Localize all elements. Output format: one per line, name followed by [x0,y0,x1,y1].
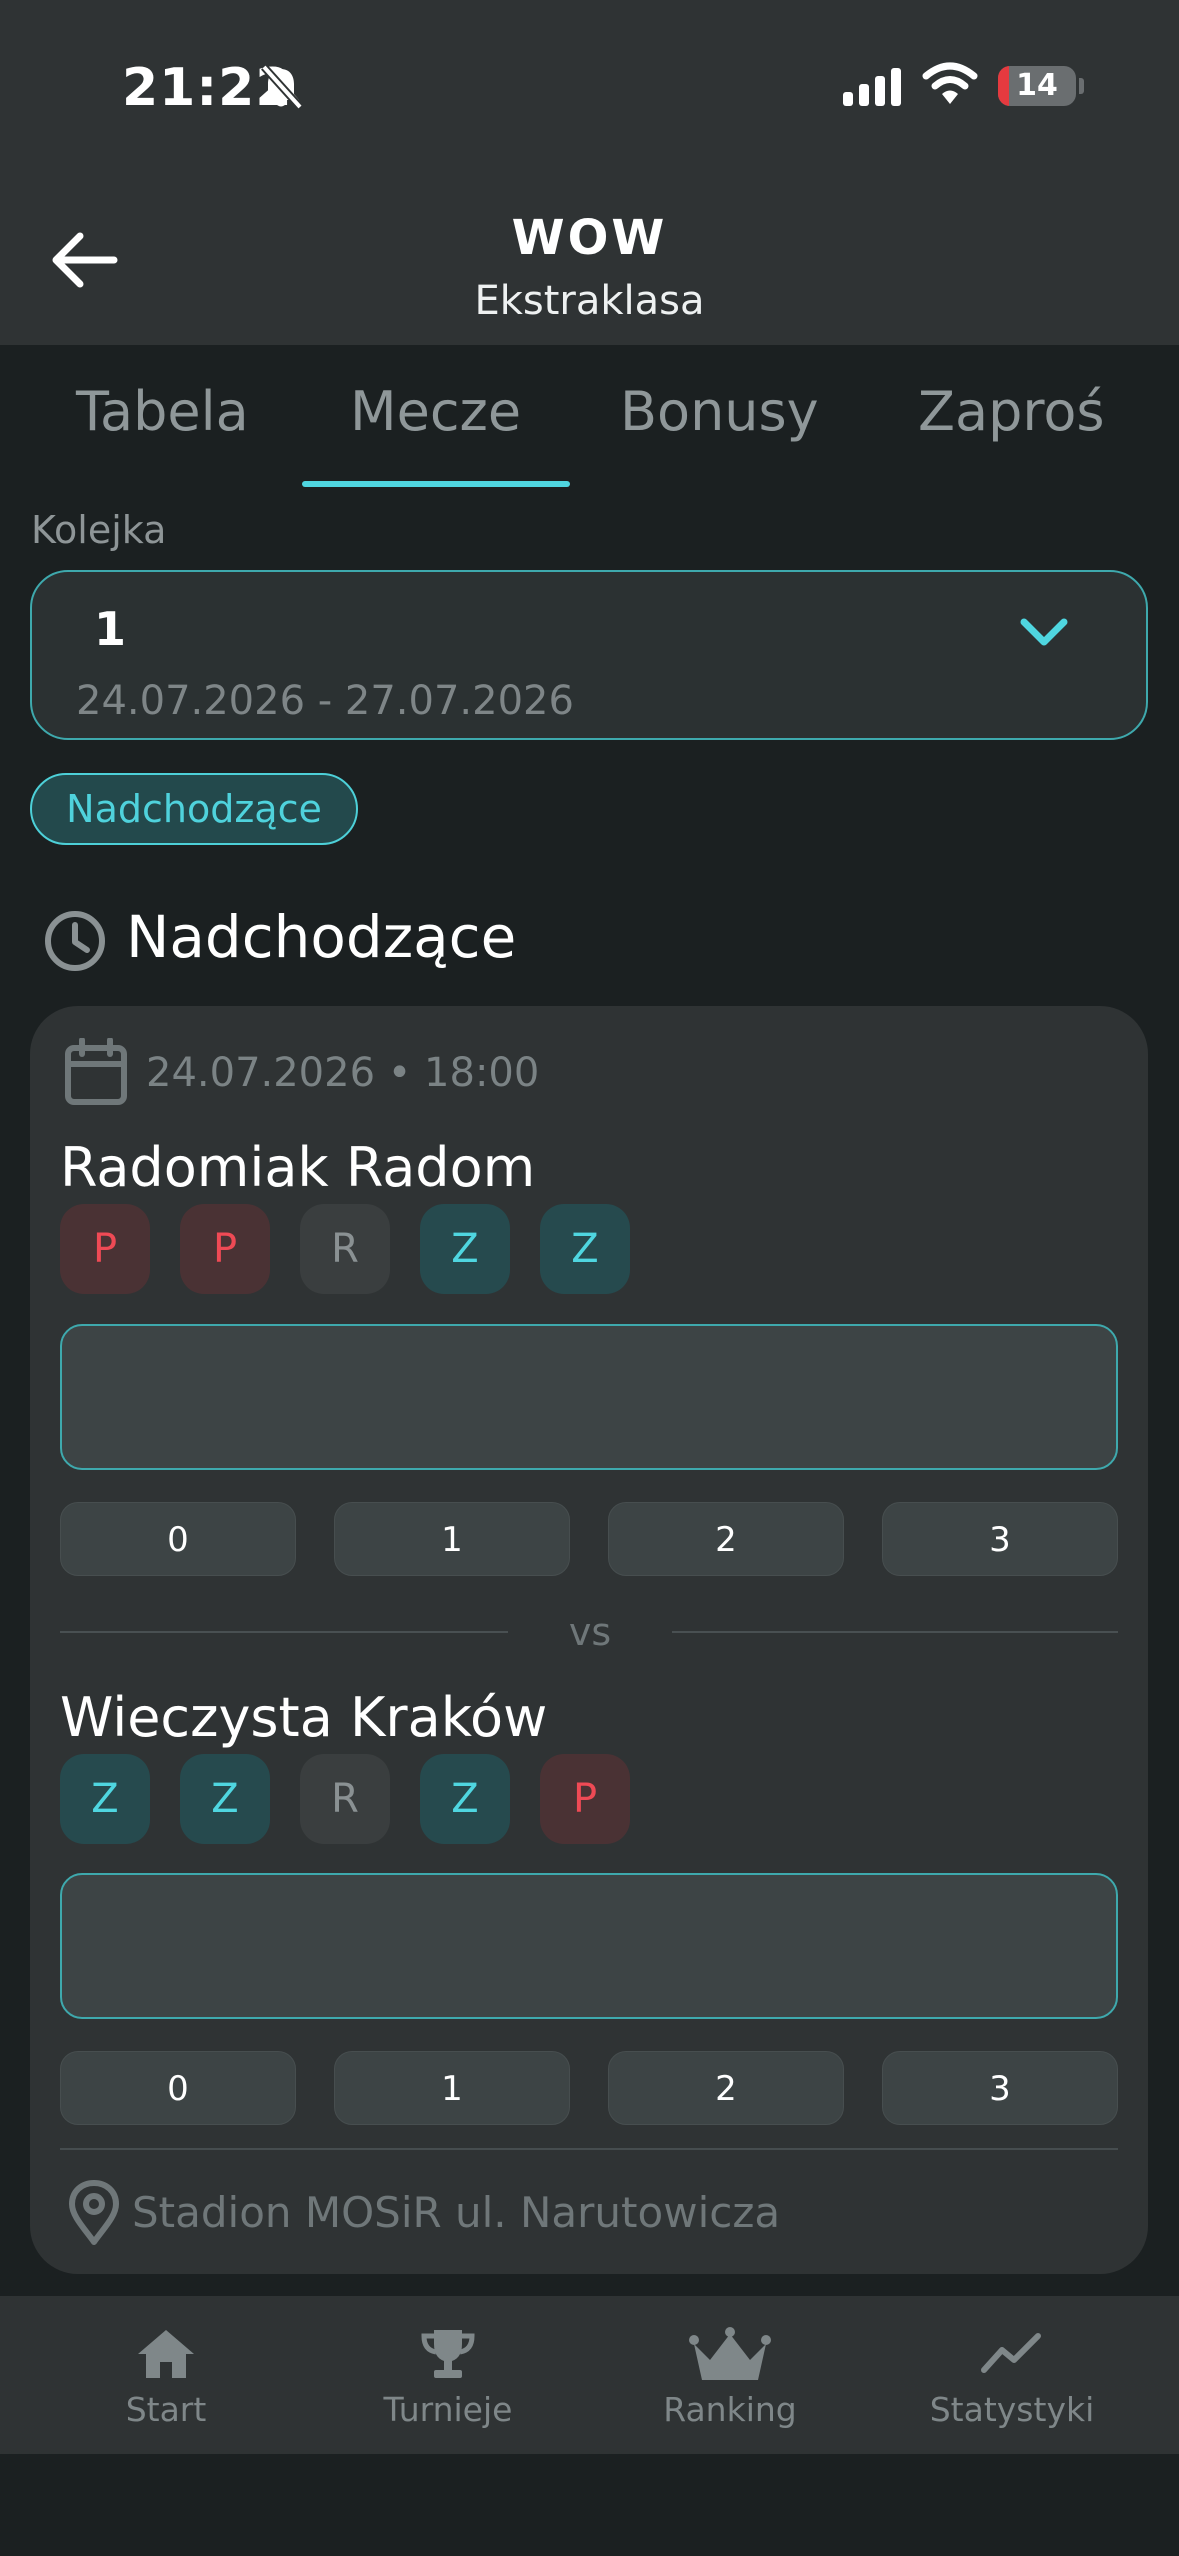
home-quick-score-button[interactable]: 1 [334,1502,570,1576]
vs-divider-left [60,1631,508,1633]
clock-icon [45,911,105,971]
away-form-badge: R [300,1754,390,1844]
bottom-navigation: Start Turnieje Ranking Statystyki [0,2296,1179,2454]
calendar-icon [65,1038,127,1105]
tab-zapros[interactable]: Zaproś [918,380,1105,443]
tab-mecze[interactable]: Mecze [350,380,521,443]
page-title: WOW [511,210,668,266]
chart-line-icon [981,2333,1041,2373]
round-value: 1 [94,602,127,656]
signal-icon [843,68,901,106]
round-dates: 24.07.2026 - 27.07.2026 [76,678,574,724]
trophy-icon [421,2330,475,2378]
away-quick-score-button[interactable]: 1 [334,2051,570,2125]
away-quick-score-button[interactable]: 0 [60,2051,296,2125]
vs-divider-right [672,1631,1118,1633]
chevron-down-icon [1020,618,1068,646]
battery-indicator: 14 [998,66,1076,106]
home-score-input[interactable] [60,1324,1118,1470]
home-form-badge: Z [540,1204,630,1294]
match-venue: Stadion MOSiR ul. Narutowicza [132,2188,781,2237]
filter-chip-upcoming[interactable]: Nadchodzące [30,773,358,845]
nav-item-start[interactable]: Start [36,2296,296,2454]
tab-bar: Tabela Mecze Bonusy Zaproś [0,345,1179,490]
away-form-badge: Z [180,1754,270,1844]
crown-icon [689,2327,771,2380]
home-icon [138,2330,194,2378]
home-form-badge: P [180,1204,270,1294]
nav-item-statystyki[interactable]: Statystyki [882,2296,1142,2454]
home-team-name: Radomiak Radom [60,1136,536,1199]
vs-label: vs [568,1610,612,1654]
away-form-badge: Z [60,1754,150,1844]
active-tab-indicator [302,481,570,487]
home-quick-score-button[interactable]: 2 [608,1502,844,1576]
away-quick-score-button[interactable]: 2 [608,2051,844,2125]
card-divider [60,2148,1118,2150]
match-datetime: 24.07.2026 • 18:00 [146,1050,540,1096]
round-dropdown[interactable]: 1 24.07.2026 - 27.07.2026 [30,570,1148,740]
away-score-input[interactable] [60,1873,1118,2019]
away-team-name: Wieczysta Kraków [60,1686,548,1749]
nav-label: Start [125,2390,207,2429]
home-quick-score-button[interactable]: 0 [60,1502,296,1576]
tab-bonusy[interactable]: Bonusy [620,380,819,443]
tab-tabela[interactable]: Tabela [76,380,249,443]
round-label: Kolejka [31,508,167,552]
battery-percent: 14 [1016,68,1058,103]
nav-item-turnieje[interactable]: Turnieje [318,2296,578,2454]
wifi-icon [922,62,978,104]
home-quick-score-button[interactable]: 3 [882,1502,1118,1576]
away-quick-score-button[interactable]: 3 [882,2051,1118,2125]
home-form-badge: Z [420,1204,510,1294]
nav-label: Ranking [663,2390,797,2429]
section-title: Nadchodzące [126,903,517,971]
page-subtitle: Ekstraklasa [474,278,705,324]
home-form-badge: R [300,1204,390,1294]
nav-item-ranking[interactable]: Ranking [600,2296,860,2454]
nav-label: Turnieje [383,2390,513,2429]
bell-muted-icon [261,64,303,110]
location-pin-icon [69,2180,119,2245]
away-form-badge: P [540,1754,630,1844]
home-form-badge: P [60,1204,150,1294]
battery-cap [1079,78,1084,94]
nav-label: Statystyki [929,2390,1095,2429]
away-form-badge: Z [420,1754,510,1844]
